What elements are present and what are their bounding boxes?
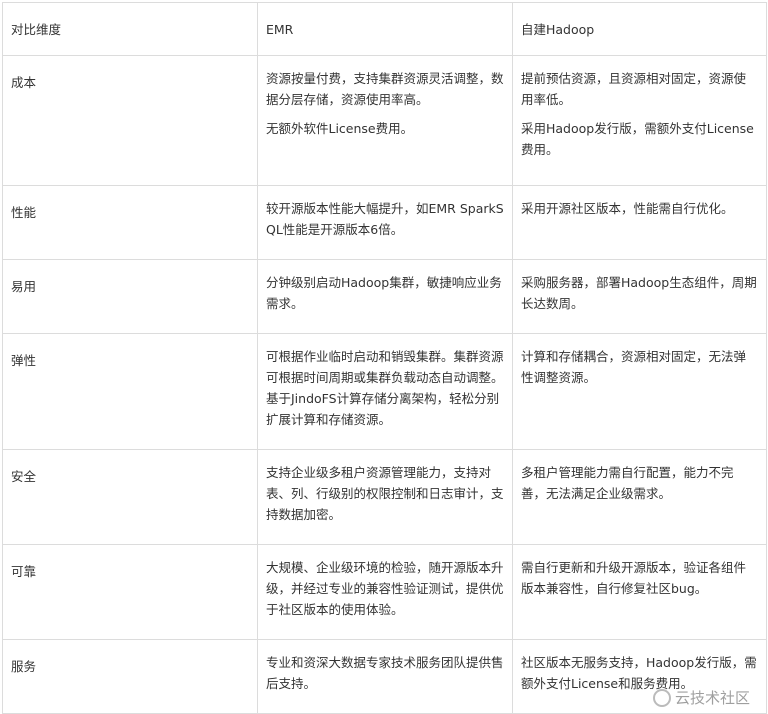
cell-paragraph: 采用开源社区版本，性能需自行优化。 <box>521 201 734 216</box>
table-row: 安全 支持企业级多租户资源管理能力，支持对表、列、行级别的权限控制和日志审计，支持… <box>2 449 767 545</box>
dimension-cell: 安全 <box>2 449 258 545</box>
table-row: 可靠 大规模、企业级环境的检验，随开源版本升级，并经过专业的兼容性验证测试，提供优… <box>2 544 767 640</box>
dimension-cell: 弹性 <box>2 333 258 450</box>
self-built-hadoop-cell: 多租户管理能力需自行配置，能力不完善，无法满足企业级需求。 <box>512 449 767 545</box>
cell-paragraph: 可根据作业临时启动和销毁集群。集群资源可根据时间周期或集群负载动态自动调整。基于… <box>266 349 504 427</box>
cell-paragraph: 较开源版本性能大幅提升，如EMR SparkSQL性能是开源版本6倍。 <box>266 201 504 237</box>
self-built-hadoop-cell: 提前预估资源，且资源相对固定，资源使用率低。 采用Hadoop发行版，需额外支付L… <box>512 55 767 186</box>
comparison-table: 对比维度 EMR 自建Hadoop 成本 资源按量付费，支持集群资源灵活调整，数据… <box>2 2 767 714</box>
header-cell-emr: EMR <box>257 2 513 56</box>
header-cell-self-built-hadoop: 自建Hadoop <box>512 2 767 56</box>
cell-paragraph: 计算和存储耦合，资源相对固定，无法弹性调整资源。 <box>521 349 747 385</box>
table-header-row: 对比维度 EMR 自建Hadoop <box>2 2 767 56</box>
self-built-hadoop-cell: 采用开源社区版本，性能需自行优化。 <box>512 185 767 260</box>
cell-paragraph: 提前预估资源，且资源相对固定，资源使用率低。 <box>521 71 747 107</box>
cell-paragraph: 专业和资深大数据专家技术服务团队提供售后支持。 <box>266 655 504 691</box>
dimension-cell: 成本 <box>2 55 258 186</box>
cell-paragraph: 支持企业级多租户资源管理能力，支持对表、列、行级别的权限控制和日志审计，支持数据… <box>266 465 504 522</box>
dimension-cell: 可靠 <box>2 544 258 640</box>
table-row: 性能 较开源版本性能大幅提升，如EMR SparkSQL性能是开源版本6倍。 采用开… <box>2 185 767 260</box>
emr-cell: 分钟级别启动Hadoop集群，敏捷响应业务需求。 <box>257 259 513 334</box>
emr-cell: 大规模、企业级环境的检验，随开源版本升级，并经过专业的兼容性验证测试，提供优于社… <box>257 544 513 640</box>
self-built-hadoop-cell: 采购服务器，部署Hadoop生态组件，周期长达数周。 <box>512 259 767 334</box>
cell-paragraph: 分钟级别启动Hadoop集群，敏捷响应业务需求。 <box>266 275 502 311</box>
emr-cell: 支持企业级多租户资源管理能力，支持对表、列、行级别的权限控制和日志审计，支持数据… <box>257 449 513 545</box>
cell-paragraph: 采用Hadoop发行版，需额外支付License费用。 <box>521 121 754 157</box>
dimension-cell: 易用 <box>2 259 258 334</box>
emr-cell: 可根据作业临时启动和销毁集群。集群资源可根据时间周期或集群负载动态自动调整。基于… <box>257 333 513 450</box>
table-row: 成本 资源按量付费，支持集群资源灵活调整，数据分层存储，资源使用率高。无额外软件L… <box>2 55 767 186</box>
dimension-cell: 服务 <box>2 639 258 714</box>
emr-cell: 较开源版本性能大幅提升，如EMR SparkSQL性能是开源版本6倍。 <box>257 185 513 260</box>
table-row: 易用 分钟级别启动Hadoop集群，敏捷响应业务需求。 采购服务器，部署Hadoop… <box>2 259 767 334</box>
cell-paragraph: 无额外软件License费用。 <box>266 121 414 136</box>
header-cell-dimension: 对比维度 <box>2 2 258 56</box>
self-built-hadoop-cell: 计算和存储耦合，资源相对固定，无法弹性调整资源。 <box>512 333 767 450</box>
dimension-cell: 性能 <box>2 185 258 260</box>
cell-paragraph: 社区版本无服务支持，Hadoop发行版，需额外支付License和服务费用。 <box>521 655 757 691</box>
self-built-hadoop-cell: 需自行更新和升级开源版本，验证各组件版本兼容性，自行修复社区bug。 <box>512 544 767 640</box>
self-built-hadoop-cell: 社区版本无服务支持，Hadoop发行版，需额外支付License和服务费用。 <box>512 639 767 714</box>
cell-paragraph: 资源按量付费，支持集群资源灵活调整，数据分层存储，资源使用率高。 <box>266 71 504 107</box>
cell-paragraph: 需自行更新和升级开源版本，验证各组件版本兼容性，自行修复社区bug。 <box>521 560 747 596</box>
emr-cell: 专业和资深大数据专家技术服务团队提供售后支持。 <box>257 639 513 714</box>
table-row: 服务 专业和资深大数据专家技术服务团队提供售后支持。 社区版本无服务支持，Hadoo… <box>2 639 767 714</box>
cell-paragraph: 多租户管理能力需自行配置，能力不完善，无法满足企业级需求。 <box>521 465 734 501</box>
cell-paragraph: 采购服务器，部署Hadoop生态组件，周期长达数周。 <box>521 275 757 311</box>
cell-paragraph: 大规模、企业级环境的检验，随开源版本升级，并经过专业的兼容性验证测试，提供优于社… <box>266 560 504 617</box>
emr-cell: 资源按量付费，支持集群资源灵活调整，数据分层存储，资源使用率高。无额外软件Lic… <box>257 55 513 186</box>
table-row: 弹性 可根据作业临时启动和销毁集群。集群资源可根据时间周期或集群负载动态自动调整。… <box>2 333 767 450</box>
